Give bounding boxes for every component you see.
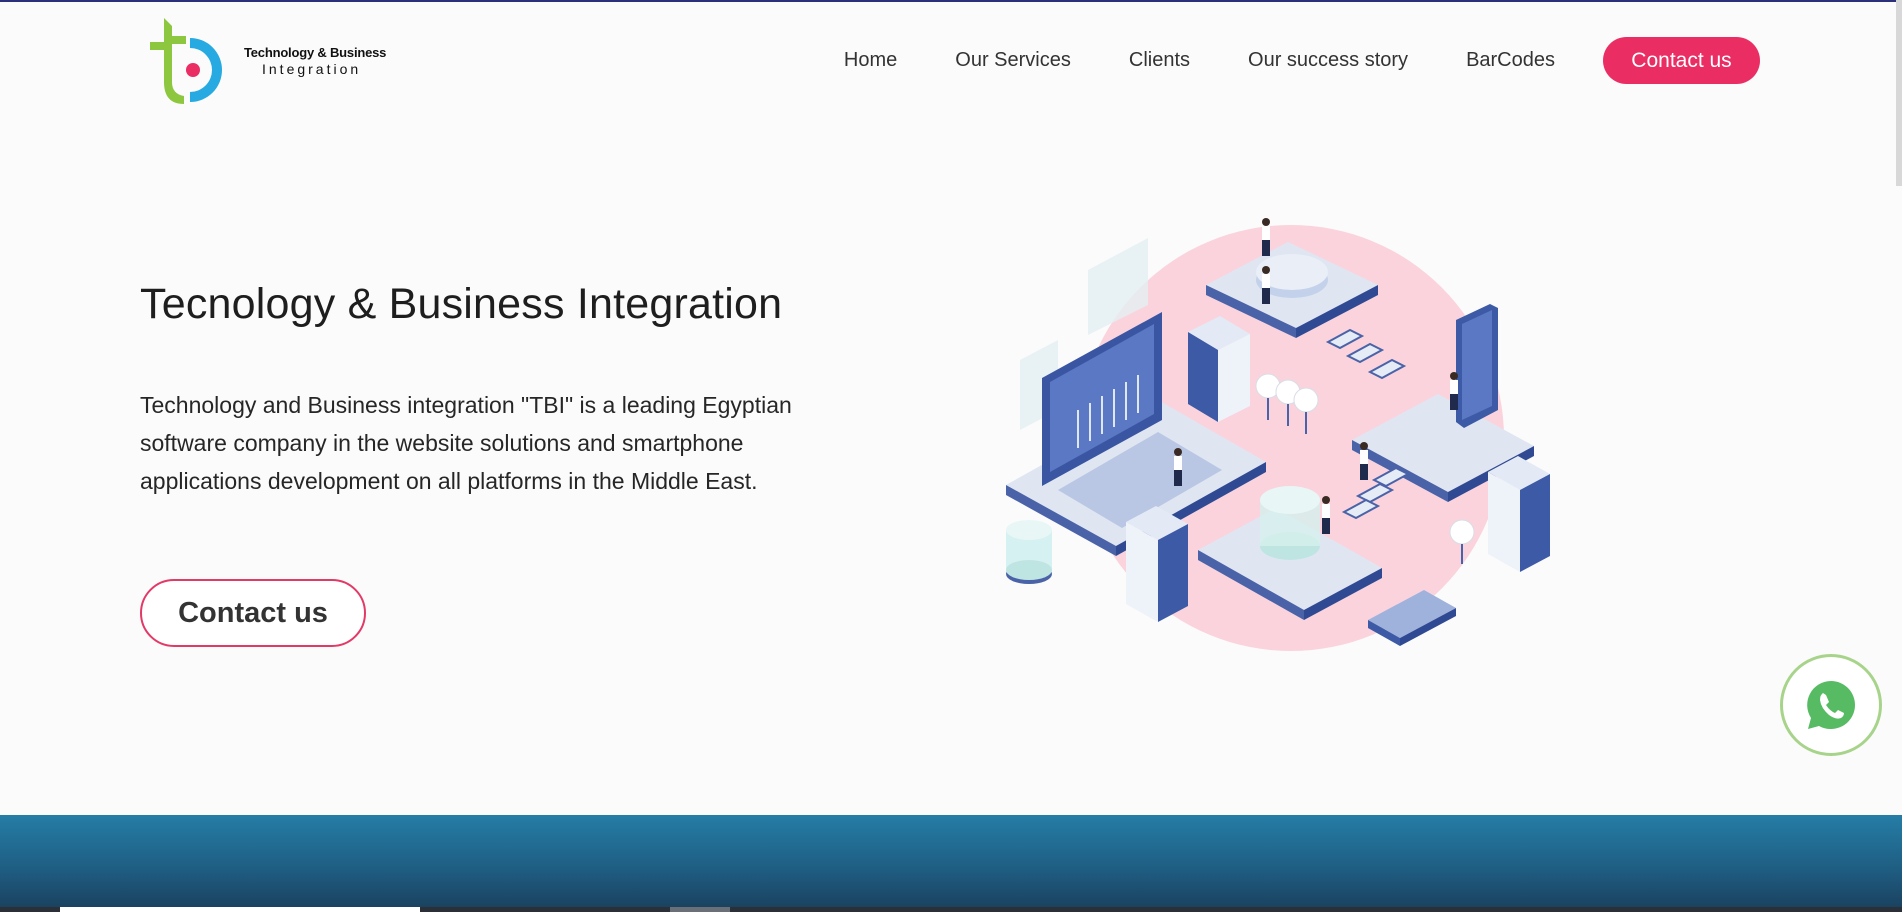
site-logo[interactable]: Technology & Business Integration — [150, 16, 400, 108]
main-nav: Home Our Services Clients Our success st… — [786, 37, 1760, 84]
tbi-logo-icon — [150, 18, 222, 104]
isometric-tech-illustration — [1006, 218, 1550, 651]
page-scrollbar[interactable] — [1896, 0, 1902, 186]
header-contact-button[interactable]: Contact us — [1603, 37, 1760, 84]
nav-barcodes[interactable]: BarCodes — [1466, 49, 1555, 72]
whatsapp-button[interactable] — [1780, 654, 1882, 756]
logo-subtitle: Integration — [262, 61, 362, 78]
hero-title: Tecnology & Business Integration — [140, 280, 783, 328]
bottom-strip — [0, 907, 1902, 912]
nav-clients[interactable]: Clients — [1129, 49, 1190, 72]
nav-success-story[interactable]: Our success story — [1248, 49, 1408, 72]
next-section-band — [0, 815, 1902, 912]
top-border — [0, 0, 1902, 2]
hero-description: Technology and Business integration "TBI… — [140, 392, 792, 494]
whatsapp-icon — [1790, 664, 1872, 746]
nav-our-services[interactable]: Our Services — [955, 49, 1071, 72]
hero-contact-button[interactable]: Contact us — [140, 579, 366, 647]
nav-home[interactable]: Home — [844, 49, 897, 72]
logo-title: Technology & Business — [244, 45, 387, 61]
